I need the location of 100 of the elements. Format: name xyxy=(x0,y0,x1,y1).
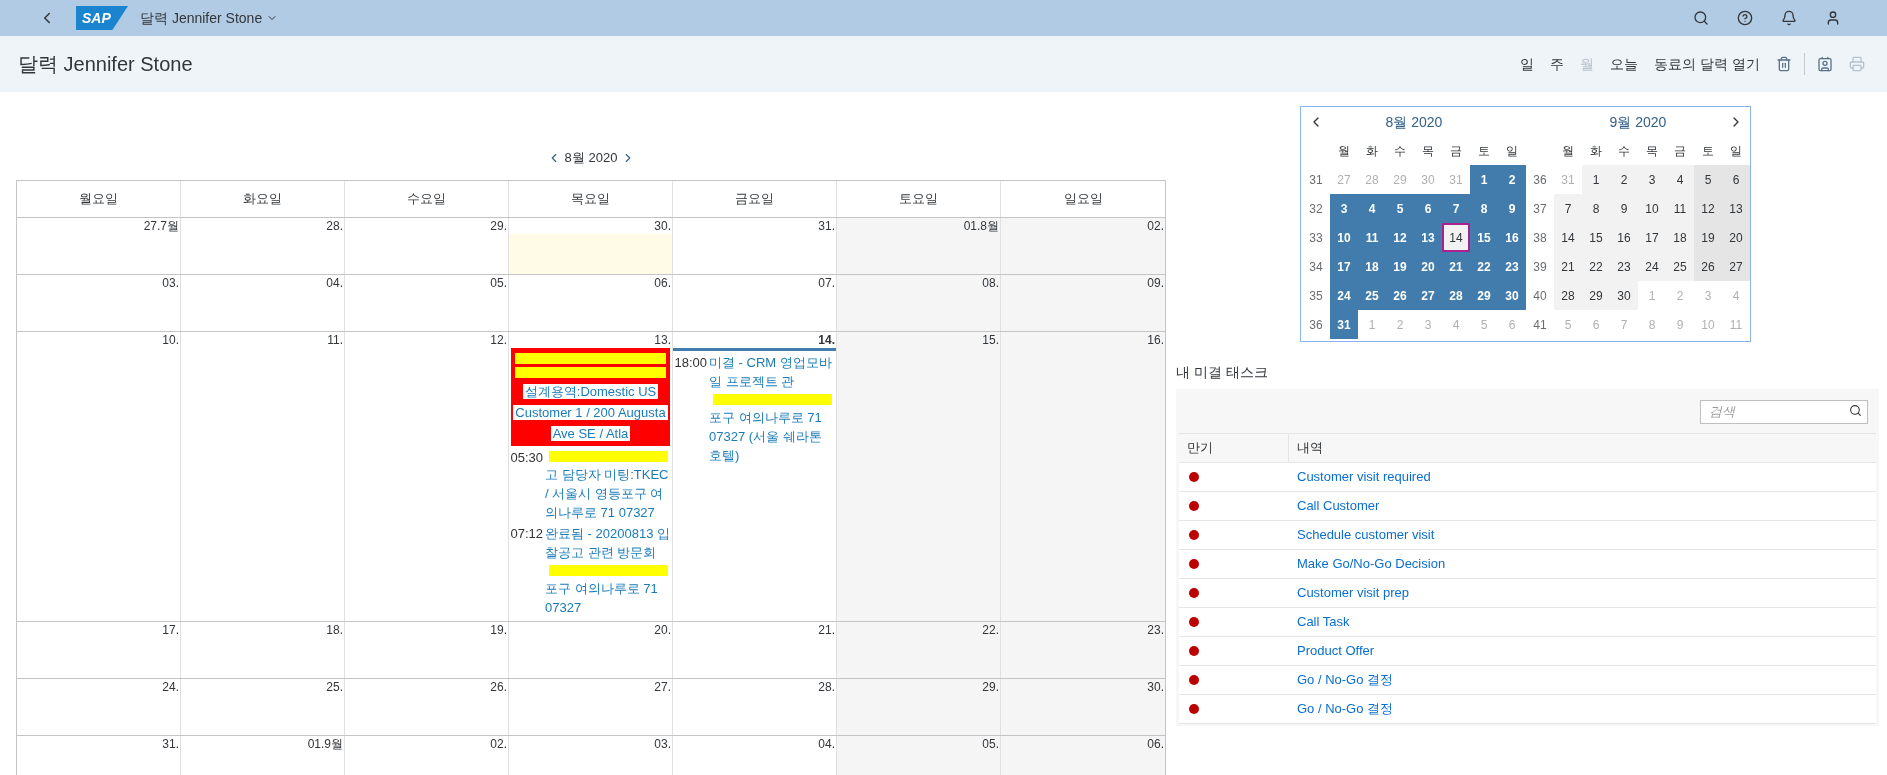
view-button[interactable]: 오늘 xyxy=(1602,49,1647,79)
day-cell[interactable]: 11 xyxy=(1666,194,1694,223)
day-cell[interactable]: 5 xyxy=(1694,165,1722,194)
view-button[interactable]: 일 xyxy=(1512,49,1543,79)
day-cell[interactable]: 2 xyxy=(1498,165,1526,194)
day-cell[interactable]: 18 xyxy=(1358,252,1386,281)
logo[interactable]: SAP xyxy=(76,6,128,30)
search-field[interactable]: 검색 xyxy=(1700,399,1868,424)
day-cell[interactable]: 7 xyxy=(1442,194,1470,223)
day-cell[interactable]: 06. xyxy=(1001,736,1165,775)
task-link[interactable]: Go / No-Go 결정 xyxy=(1289,670,1394,690)
view-button[interactable]: 동료의 달력 열기 xyxy=(1646,49,1768,79)
day-cell[interactable]: 14. 18:00 미결 - CRM 영업모바일 프로젝트 관 포구 여의나루로 71 07327 (서울 쉐라톤 호텔) xyxy=(673,332,837,621)
day-cell[interactable]: 25 xyxy=(1358,281,1386,310)
day-cell[interactable]: 26 xyxy=(1386,281,1414,310)
search-icon[interactable] xyxy=(1849,404,1862,417)
task-link[interactable]: Make Go/No-Go Decision xyxy=(1289,554,1446,574)
day-cell[interactable]: 29 xyxy=(1470,281,1498,310)
day-cell[interactable]: 27 xyxy=(1722,252,1750,281)
day-cell[interactable]: 2 xyxy=(1610,165,1638,194)
day-cell[interactable]: 10 xyxy=(1330,223,1358,252)
day-cell[interactable]: 12 xyxy=(1386,223,1414,252)
day-cell[interactable]: 16 xyxy=(1498,223,1526,252)
day-cell[interactable]: 31 xyxy=(1330,310,1358,339)
event-text[interactable]: 포구 여의나루로 71 07327 (서울 쉐라톤 호텔) xyxy=(709,408,836,465)
event-text[interactable]: 미결 - CRM 영업모바일 프로젝트 관 xyxy=(709,353,836,391)
day-cell[interactable]: 05. xyxy=(837,736,1001,775)
day-cell[interactable]: 02. xyxy=(1001,218,1165,274)
day-cell[interactable]: 26 xyxy=(1694,252,1722,281)
day-cell[interactable]: 16 xyxy=(1610,223,1638,252)
day-cell[interactable]: 15 xyxy=(1470,223,1498,252)
day-cell[interactable]: 13 xyxy=(1414,223,1442,252)
day-cell[interactable]: 10 xyxy=(1638,194,1666,223)
day-cell[interactable]: 30. xyxy=(509,218,673,274)
day-cell[interactable]: 09. xyxy=(1001,275,1165,331)
day-cell[interactable]: 21 xyxy=(1554,252,1582,281)
day-cell[interactable]: 9 xyxy=(1498,194,1526,223)
task-row[interactable]: Customer visit prep xyxy=(1179,579,1876,608)
day-cell[interactable]: 24 xyxy=(1638,252,1666,281)
day-cell[interactable]: 22. xyxy=(837,622,1001,678)
task-row[interactable]: Product Offer xyxy=(1179,637,1876,666)
day-cell[interactable]: 12 xyxy=(1694,194,1722,223)
day-cell[interactable]: 17 xyxy=(1638,223,1666,252)
day-cell[interactable]: 17 xyxy=(1330,252,1358,281)
day-cell[interactable]: 23 xyxy=(1498,252,1526,281)
day-cell[interactable]: 22 xyxy=(1582,252,1610,281)
event-text[interactable]: 포구 여의나루로 71 07327 xyxy=(545,579,672,617)
day-cell[interactable]: 14 xyxy=(1442,223,1470,252)
event-text[interactable]: 고 담당자 미팅:TKEC / 서울시 영등포구 여의나루로 71 07327 xyxy=(545,465,672,522)
day-cell[interactable]: 16. xyxy=(1001,332,1165,621)
day-cell[interactable]: 20 xyxy=(1414,252,1442,281)
day-cell[interactable]: 4 xyxy=(1358,194,1386,223)
task-row[interactable]: Go / No-Go 결정 xyxy=(1179,666,1876,695)
task-link[interactable]: Customer visit required xyxy=(1289,467,1431,487)
day-cell[interactable]: 8 xyxy=(1582,194,1610,223)
day-cell[interactable]: 30. xyxy=(1001,679,1165,735)
day-cell[interactable]: 4 xyxy=(1666,165,1694,194)
task-link[interactable]: Customer visit prep xyxy=(1289,583,1409,603)
day-cell[interactable]: 1 xyxy=(1470,165,1498,194)
task-link[interactable]: Schedule customer visit xyxy=(1289,525,1435,545)
task-row[interactable]: Go / No-Go 결정 xyxy=(1179,695,1876,724)
task-row[interactable]: Make Go/No-Go Decision xyxy=(1179,550,1876,579)
day-cell[interactable]: 13 xyxy=(1722,194,1750,223)
month-title[interactable]: 9월 2020 xyxy=(1554,111,1722,133)
day-cell[interactable]: 23. xyxy=(1001,622,1165,678)
task-row[interactable]: Schedule customer visit xyxy=(1179,521,1876,550)
day-cell[interactable]: 15 xyxy=(1582,223,1610,252)
day-cell[interactable]: 11 xyxy=(1358,223,1386,252)
day-cell[interactable]: 29 xyxy=(1582,281,1610,310)
day-cell[interactable]: 27 xyxy=(1414,281,1442,310)
day-cell[interactable]: 29. xyxy=(837,679,1001,735)
day-cell[interactable]: 30 xyxy=(1610,281,1638,310)
day-cell[interactable]: 5 xyxy=(1386,194,1414,223)
day-cell[interactable]: 28 xyxy=(1554,281,1582,310)
event-text[interactable]: 완료됨 - 20200813 입찰공고 관련 방문회 xyxy=(545,524,672,562)
task-row[interactable]: Call Task xyxy=(1179,608,1876,637)
task-row[interactable]: Call Customer xyxy=(1179,492,1876,521)
view-button[interactable]: 주 xyxy=(1542,49,1573,79)
day-cell[interactable]: 8 xyxy=(1470,194,1498,223)
day-cell[interactable]: 7 xyxy=(1554,194,1582,223)
day-cell[interactable]: 15. xyxy=(837,332,1001,621)
day-cell[interactable]: 21 xyxy=(1442,252,1470,281)
day-cell[interactable]: 9 xyxy=(1610,194,1638,223)
app-title-menu[interactable]: 달력 Jennifer Stone xyxy=(140,7,279,29)
task-link[interactable]: Call Customer xyxy=(1289,496,1380,516)
event-text[interactable]: 설계용역:Domestic US Customer 1 / 200 Augusta Ave SE / Atla xyxy=(511,381,670,444)
day-cell[interactable]: 13. 설계용역:Domestic US Customer 1 / 200 Augusta Ave SE / Atla 05:30 고 담당자 미팅:TKEC / 서울시 영등포구 여의나루로 71 07327 07:12 완료됨 - 20200813 입찰공고 관련 방문회 포구 여의나루로 71 07327 xyxy=(509,332,673,621)
day-cell[interactable]: 20 xyxy=(1722,223,1750,252)
day-cell[interactable]: 30 xyxy=(1498,281,1526,310)
day-cell[interactable]: 25 xyxy=(1666,252,1694,281)
day-cell[interactable]: 18 xyxy=(1666,223,1694,252)
day-cell[interactable]: 24 xyxy=(1330,281,1358,310)
day-cell[interactable]: 01.8월 xyxy=(837,218,1001,274)
appointment[interactable]: 설계용역:Domestic US Customer 1 / 200 Augusta Ave SE / Atla xyxy=(511,348,670,446)
day-cell[interactable]: 6 xyxy=(1722,165,1750,194)
day-cell[interactable]: 1 xyxy=(1582,165,1610,194)
month-title[interactable]: 8월 2020 xyxy=(1330,111,1498,133)
day-cell[interactable]: 28 xyxy=(1442,281,1470,310)
task-link[interactable]: Product Offer xyxy=(1289,641,1375,661)
task-link[interactable]: Go / No-Go 결정 xyxy=(1289,699,1394,719)
